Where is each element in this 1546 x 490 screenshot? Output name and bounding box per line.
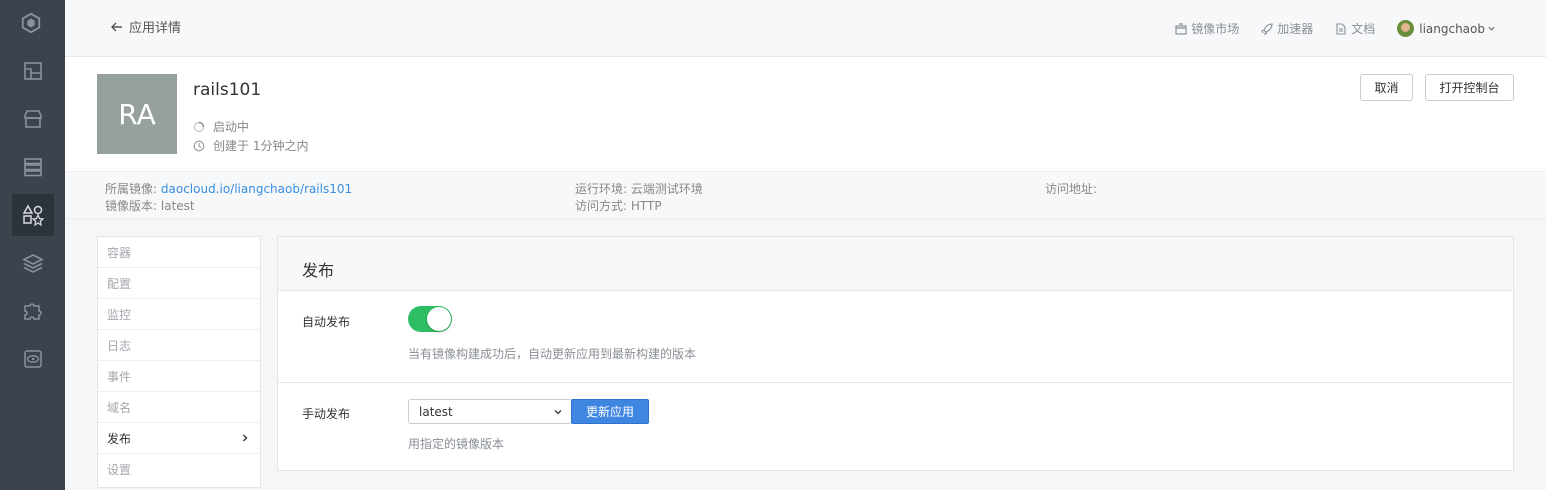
side-item-events[interactable]: 事件 (98, 361, 260, 392)
layers-icon[interactable] (12, 242, 54, 284)
nav-label: 加速器 (1277, 22, 1314, 36)
select-value: latest (419, 404, 453, 419)
auto-release-hint: 当有镜像构建成功后，自动更新应用到最新构建的版本 (408, 347, 697, 361)
manual-release-label: 手动发布 (302, 407, 351, 421)
meta-label: 所属镜像: (105, 182, 158, 196)
user-name: liangchaob (1419, 21, 1485, 36)
logo-icon[interactable] (20, 12, 44, 36)
meta-label: 访问方式: (575, 199, 628, 213)
user-menu[interactable]: liangchaob (1397, 20, 1496, 37)
auto-release-label: 自动发布 (302, 315, 351, 329)
divider (278, 382, 1513, 383)
left-nav-rail (0, 0, 65, 490)
toggle-knob (427, 307, 451, 331)
app-header: RA rails101 启动中 创建于 1分钟之内 取消 打开控制台 (65, 57, 1546, 171)
side-item-config[interactable]: 配置 (98, 268, 260, 299)
side-item-label: 配置 (107, 276, 132, 291)
document-icon (1336, 22, 1346, 35)
side-item-release[interactable]: 发布 (98, 423, 260, 454)
meta-access: 访问方式: HTTP (575, 197, 662, 214)
cancel-button[interactable]: 取消 (1360, 74, 1413, 101)
meta-label: 运行环境: (575, 182, 628, 196)
loading-spinner-icon (193, 121, 205, 132)
side-item-label: 域名 (107, 400, 132, 415)
meta-value: 云端测试环境 (630, 182, 703, 196)
cluster-icon[interactable] (12, 146, 54, 188)
top-header: 应用详情 镜像市场 加速器 文档 liangchaob (65, 0, 1546, 57)
back-label: 应用详情 (129, 21, 182, 36)
store-icon (1175, 22, 1187, 35)
chevron-right-icon (243, 434, 248, 442)
meta-value: latest (160, 199, 195, 213)
avatar (1397, 20, 1415, 37)
apps-icon[interactable] (12, 194, 54, 236)
side-item-settings[interactable]: 设置 (98, 454, 260, 485)
side-item-label: 日志 (107, 338, 132, 353)
app-name: rails101 (193, 80, 262, 100)
side-item-label: 事件 (107, 369, 132, 384)
side-item-label: 发布 (107, 431, 132, 446)
dashboard-icon[interactable] (12, 50, 54, 92)
app-meta: 所属镜像: daocloud.io/liangchaob/rails101 镜像… (65, 171, 1546, 219)
puzzle-icon[interactable] (12, 290, 54, 332)
chevron-down-icon (1488, 26, 1495, 31)
open-console-button[interactable]: 打开控制台 (1425, 74, 1514, 101)
nav-label: 文档 (1351, 22, 1376, 36)
status-text: 启动中 (213, 120, 250, 134)
market-icon[interactable] (12, 98, 54, 140)
meta-address: 访问地址: (1045, 180, 1097, 197)
image-link[interactable]: daocloud.io/liangchaob/rails101 (161, 182, 352, 196)
release-panel: 发布 自动发布 当有镜像构建成功后，自动更新应用到最新构建的版本 手动发布 la… (277, 236, 1514, 471)
clock-icon (193, 140, 205, 151)
detail-side-menu: 容器 配置 监控 日志 事件 域名 发布 设置 (97, 236, 261, 488)
rocket-icon (1261, 22, 1273, 35)
meta-label: 访问地址: (1045, 182, 1098, 196)
side-item-monitor[interactable]: 监控 (98, 299, 260, 330)
nav-image-market[interactable]: 镜像市场 (1175, 20, 1239, 37)
meta-image: 所属镜像: daocloud.io/liangchaob/rails101 (105, 180, 352, 197)
back-link[interactable]: 应用详情 (110, 17, 181, 36)
app-status: 启动中 (193, 118, 249, 135)
created-text: 创建于 1分钟之内 (213, 139, 309, 153)
manual-release-hint: 用指定的镜像版本 (408, 437, 505, 451)
nav-accelerator[interactable]: 加速器 (1261, 20, 1313, 37)
side-item-label: 容器 (107, 245, 132, 260)
eye-icon[interactable] (12, 338, 54, 380)
side-item-label: 监控 (107, 307, 132, 322)
auto-release-toggle[interactable] (408, 306, 452, 332)
nav-label: 镜像市场 (1191, 22, 1240, 36)
side-item-domains[interactable]: 域名 (98, 392, 260, 423)
meta-version: 镜像版本: latest (105, 197, 195, 214)
side-item-label: 设置 (107, 463, 132, 477)
meta-label: 镜像版本: (105, 199, 158, 213)
app-created: 创建于 1分钟之内 (193, 137, 308, 154)
arrow-left-icon (111, 22, 122, 31)
side-item-containers[interactable]: 容器 (98, 237, 260, 268)
nav-docs[interactable]: 文档 (1335, 20, 1375, 37)
meta-runtime: 运行环境: 云端测试环境 (575, 180, 703, 197)
app-avatar: RA (97, 74, 177, 154)
side-item-logs[interactable]: 日志 (98, 330, 260, 361)
chevron-down-icon (554, 409, 562, 414)
meta-value: HTTP (630, 199, 662, 213)
panel-title: 发布 (278, 237, 1513, 291)
image-version-select[interactable]: latest (408, 399, 572, 424)
top-nav: 镜像市场 加速器 文档 liangchaob (1153, 20, 1496, 37)
update-app-button[interactable]: 更新应用 (571, 399, 649, 424)
